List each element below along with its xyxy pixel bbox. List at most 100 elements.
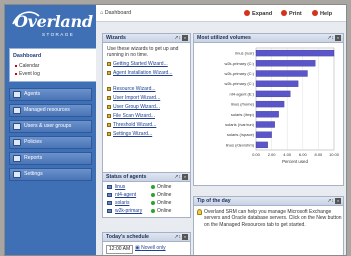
close-icon[interactable]: × — [182, 234, 188, 240]
agent-row[interactable]: solaris Online — [103, 199, 190, 207]
panel-tools[interactable]: ↗↕ × — [174, 34, 188, 42]
chart-bar — [255, 100, 285, 108]
agent-status-panel-header: Status of agents ↗↕ × — [103, 173, 190, 182]
wizard-link-settings[interactable]: Settings Wizard... — [107, 131, 152, 137]
computer-icon — [107, 185, 112, 189]
wizards-intro: Use these wizards to get up and running … — [107, 46, 179, 58]
breadcrumb: ⌂ Dashboard — [100, 10, 132, 16]
close-icon[interactable]: × — [335, 35, 341, 41]
wizard-icon — [107, 122, 111, 127]
chart-x-tick-label: 2.00 — [268, 152, 277, 157]
print-icon — [281, 10, 287, 16]
sidebar: Overland STORAGE Dashboard Calendar Even… — [5, 5, 96, 255]
wizard-link-threshold[interactable]: Threshold Wizard... — [107, 122, 156, 128]
sidebar-item-users[interactable]: Users & user groups — [9, 120, 92, 133]
wizard-icon — [107, 95, 111, 100]
brand-name: Overland — [14, 12, 93, 31]
chart-bar — [255, 141, 268, 149]
wizard-link-user-import[interactable]: User Import Wizard... — [107, 95, 160, 101]
users-icon — [13, 123, 21, 130]
chart-bar — [255, 70, 308, 77]
schedule-time: 12:00 AM — [106, 245, 134, 254]
agent-row[interactable]: linus Online — [103, 183, 190, 191]
chart-bar — [255, 80, 299, 87]
chart-bar — [255, 131, 272, 138]
wizard-icon — [107, 131, 111, 136]
chart-bar — [255, 60, 316, 67]
agent-icon — [13, 91, 21, 98]
lightbulb-icon — [197, 209, 202, 215]
tip-panel-header: Tip of the day ↗↕ × — [194, 197, 343, 206]
chart-category-label: solaris (/var/run) — [225, 122, 255, 127]
close-icon[interactable]: × — [335, 198, 341, 204]
computer-icon — [107, 209, 112, 213]
chart-category-label: nt4-agent (E:) — [230, 91, 255, 96]
chart-x-tick-label: 10.00 — [329, 152, 340, 157]
volumes-bar-chart: 0.00 2.00 4.00 6.00 8.00 10.00 linus (/usr) w2k… — [224, 47, 340, 164]
dashboard-content: Wizards ↗↕ × Use these wizards to get up a… — [96, 22, 346, 255]
wizard-icon — [107, 86, 111, 91]
policies-icon — [13, 139, 21, 146]
chart-category-label: solaris (/tmp) — [231, 112, 255, 117]
chart-x-tick-label: 0.00 — [252, 152, 261, 157]
panel-tools[interactable]: ↗↕ × — [327, 34, 341, 42]
header-bar: ⌂ Dashboard Expand Print Help — [96, 5, 346, 22]
chart-x-tick-label: 4.00 — [283, 152, 292, 157]
dashboard-label: Dashboard — [13, 53, 42, 59]
chart-x-tick-label: 6.00 — [299, 152, 308, 157]
agent-row[interactable]: w2k-primary Online — [103, 207, 190, 215]
computer-icon — [107, 201, 112, 205]
sidebar-item-settings[interactable]: Settings — [9, 168, 92, 181]
volumes-panel: Most utilized volumes ↗↕ × 0.00 2.00 4.00 6.0… — [193, 33, 344, 186]
bullet-icon — [15, 64, 17, 67]
app-window: Overland STORAGE Dashboard Calendar Even… — [4, 4, 347, 256]
chart-bar — [255, 121, 275, 128]
agent-status-panel: Status of agents ↗↕ × linus Online nt4-agen… — [102, 172, 191, 218]
close-icon[interactable]: × — [182, 174, 188, 180]
wizard-icon — [107, 61, 111, 66]
chart-category-label: w2k-primary (C:) — [224, 61, 254, 66]
close-icon[interactable]: × — [182, 35, 188, 41]
help-icon — [312, 10, 318, 16]
sidebar-item-agents[interactable]: Agents — [9, 88, 92, 101]
sidebar-item-policies[interactable]: Policies — [9, 136, 92, 149]
online-status-icon — [151, 201, 155, 205]
panel-tools[interactable]: ↗↕ × — [174, 173, 188, 181]
panel-tools[interactable]: ↗↕ × — [327, 197, 341, 205]
brand-logo: Overland STORAGE — [9, 9, 93, 45]
print-button[interactable]: Print — [281, 10, 302, 17]
schedule-event[interactable]: ▣ Novell only — [135, 245, 166, 252]
sidebar-item-dashboard[interactable]: Dashboard Calendar Event log — [9, 48, 96, 82]
chart-bar — [255, 90, 291, 98]
wizard-link-user-group[interactable]: User Group Wizard... — [107, 104, 160, 110]
reports-icon — [13, 155, 21, 162]
sidebar-item-reports[interactable]: Reports — [9, 152, 92, 165]
chart-category-label: linus (/usr) — [235, 51, 254, 56]
chart-category-label: linus (/home) — [231, 102, 255, 107]
chart-category-label: w2k-primary (C:) — [224, 71, 254, 76]
wizard-link-resource[interactable]: Resource Wizard... — [107, 86, 156, 92]
wizard-link-agent-installation[interactable]: Agent Installation Wizard... — [107, 70, 187, 76]
tip-text: Overland SRM can help you manage Microso… — [204, 209, 342, 228]
chart-bar — [255, 49, 335, 57]
online-status-icon — [151, 185, 155, 189]
tip-panel: Tip of the day ↗↕ × Overland SRM can help … — [193, 196, 344, 255]
chart-bar — [255, 111, 279, 118]
brand-tagline: STORAGE — [42, 32, 75, 37]
wizard-icon — [107, 113, 111, 118]
sidebar-subitem-event-log[interactable]: Event log — [15, 71, 40, 77]
online-status-icon — [151, 193, 155, 197]
panel-tools[interactable]: ↗↕ × — [174, 233, 188, 241]
wizards-panel: Wizards ↗↕ × Use these wizards to get up a… — [102, 33, 191, 185]
help-button[interactable]: Help — [312, 10, 332, 17]
wizard-link-getting-started[interactable]: Getting Started Wizard... — [107, 61, 168, 67]
chart-category-label: linus (/dev/shm) — [226, 142, 255, 147]
agent-row[interactable]: nt4-agent Online — [103, 191, 190, 199]
expand-button[interactable]: Expand — [244, 10, 272, 17]
sidebar-subitem-calendar[interactable]: Calendar — [15, 63, 39, 69]
wizard-link-file-scan[interactable]: File Scan Wizard... — [107, 113, 155, 119]
sidebar-item-managed-resources[interactable]: Managed resources — [9, 104, 92, 117]
chart-x-axis-label: Percent used — [282, 159, 308, 164]
wizards-panel-header: Wizards ↗↕ × — [103, 34, 190, 43]
online-status-icon — [151, 209, 155, 213]
